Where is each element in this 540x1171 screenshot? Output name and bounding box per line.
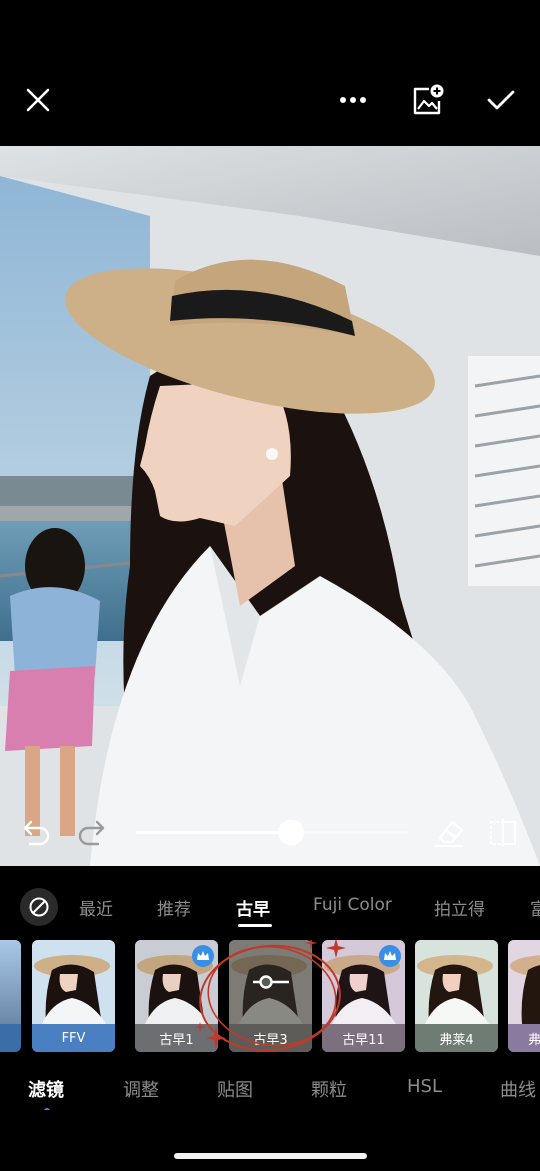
filter-preview-image [415,940,498,1024]
filter-thumb-ffv[interactable]: FFV [32,940,115,1052]
filter-thumbnail-strip: FFV 古早1 古早3 古早11 弗莱4 弗 [0,940,540,1052]
premium-crown-icon [379,945,401,967]
close-icon [26,88,50,112]
no-filter-button[interactable] [20,888,58,926]
slider-fill [136,831,292,834]
add-image-icon [413,84,444,115]
photo-image [0,146,540,866]
editor-tab-bar: 滤镜 调整 贴图 颗粒 HSL 曲线 [0,1070,540,1110]
filter-preview-image [508,940,540,1024]
filter-thumb-partial-right[interactable]: 弗 [508,940,540,1052]
tab-grain[interactable]: 颗粒 [311,1076,347,1102]
category-active-indicator [238,924,272,927]
undo-icon [23,820,50,846]
category-polaroid[interactable]: 拍立得 [434,895,485,920]
category-recommended[interactable]: 推荐 [157,895,191,920]
check-icon [487,90,515,110]
confirm-button[interactable] [479,78,523,122]
filter-label: 弗 [508,1024,540,1052]
tab-curves[interactable]: 曲线 [500,1076,536,1102]
redo-button[interactable] [76,818,106,846]
close-button[interactable] [16,78,60,122]
redo-icon [78,820,105,846]
selection-scribble [195,940,346,1052]
more-icon [340,97,366,103]
photo-canvas[interactable] [0,146,540,866]
category-partial[interactable]: 富 [530,895,540,920]
category-fuji-color[interactable]: Fuji Color [313,895,392,915]
eraser-icon [434,820,464,848]
tab-stickers[interactable]: 贴图 [217,1076,253,1102]
tab-filter[interactable]: 滤镜 [28,1076,64,1102]
photo-overlay-controls [0,800,540,866]
filter-thumb-fresh-4[interactable]: 弗莱4 [415,940,498,1052]
category-recent[interactable]: 最近 [79,895,113,920]
tab-adjust[interactable]: 调整 [123,1076,159,1102]
tab-hsl[interactable]: HSL [407,1076,442,1097]
home-indicator[interactable] [174,1153,367,1159]
filter-preview-image [32,940,115,1024]
filter-category-bar: 最近 推荐 古早 Fuji Color 拍立得 富 [0,884,540,928]
category-vintage[interactable]: 古早 [236,895,270,920]
no-filter-icon [29,897,49,917]
compare-button[interactable] [488,818,518,848]
filter-strength-slider[interactable] [136,818,410,848]
slider-knob [278,819,305,846]
compare-icon [490,819,516,847]
filter-label: FFV [32,1024,115,1052]
add-image-button[interactable] [406,78,450,122]
top-toolbar [0,0,540,146]
tab-active-dot [44,1108,50,1110]
filter-thumb-partial-left[interactable] [0,940,21,1052]
more-button[interactable] [331,78,375,122]
eraser-button[interactable] [432,816,466,848]
undo-button[interactable] [22,818,52,846]
filter-label: 弗莱4 [415,1024,498,1052]
